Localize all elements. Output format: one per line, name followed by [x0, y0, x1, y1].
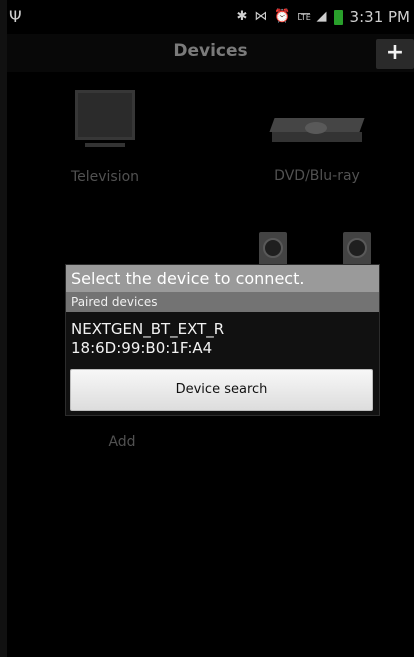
bluetooth-icon: ✱ [236, 9, 248, 24]
cell-signal-icon: ◢ [316, 9, 327, 24]
network-label: LTE [297, 12, 311, 22]
paired-device-item[interactable]: NEXTGEN_BT_EXT_R 18:6D:99:B0:1F:A4 [66, 315, 379, 363]
alarm-icon: ⏰ [274, 9, 291, 24]
page-title: Devices [173, 41, 248, 61]
status-icons: ✱ ⋈ ⏰ LTE ◢ 3:31 PM [236, 8, 410, 26]
usb-icon: Ψ [9, 7, 22, 26]
device-search-button[interactable]: Device search [70, 369, 373, 411]
dialog-title: Select the device to connect. [66, 265, 379, 292]
add-device-button[interactable]: + [376, 39, 414, 69]
select-device-dialog: Select the device to connect. Paired dev… [65, 264, 380, 416]
battery-icon [333, 9, 343, 25]
paired-devices-header: Paired devices [66, 292, 379, 312]
device-name: NEXTGEN_BT_EXT_R [71, 320, 225, 338]
device-address: 18:6D:99:B0:1F:A4 [71, 339, 213, 357]
app-screen: Ψ ✱ ⋈ ⏰ LTE ◢ 3:31 PM Devices + Televisi… [7, 0, 414, 657]
signal-icon: ⋈ [254, 9, 268, 24]
status-bar: Ψ ✱ ⋈ ⏰ LTE ◢ 3:31 PM [7, 0, 414, 34]
status-time: 3:31 PM [349, 8, 410, 26]
header-bar: Devices + [7, 34, 414, 72]
